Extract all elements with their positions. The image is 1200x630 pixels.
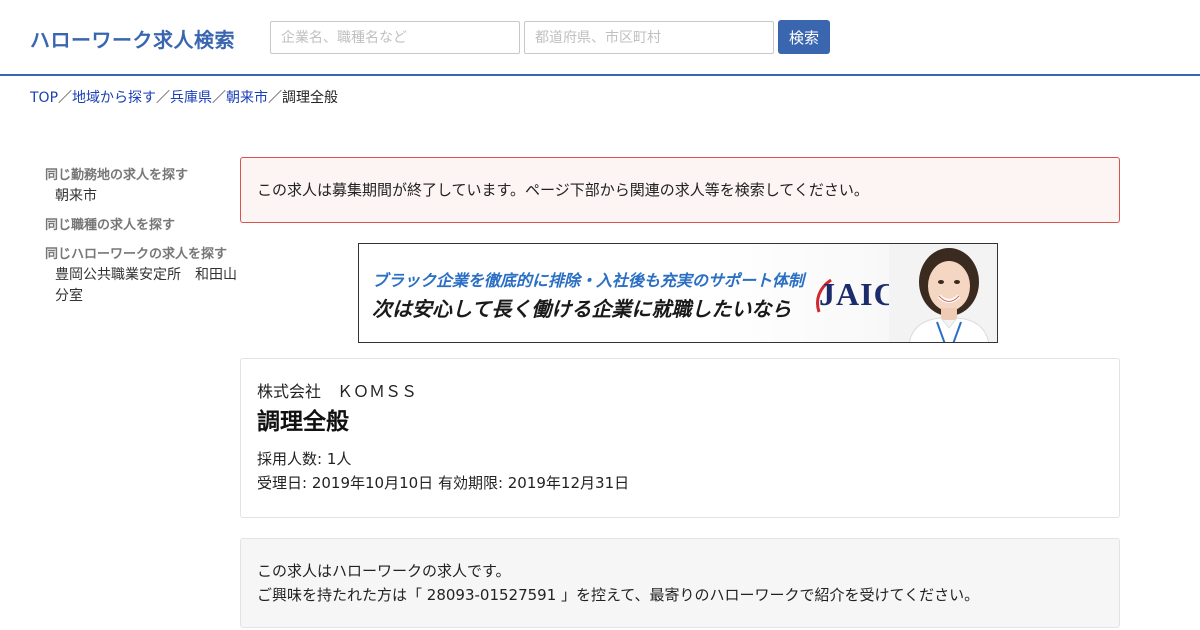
sidebar-section-location: 同じ勤務地の求人を探す 朝来市: [45, 166, 240, 207]
keyword-search-input[interactable]: [270, 21, 520, 54]
breadcrumb-separator: ／: [212, 90, 227, 106]
info-line-2: ご興味を持たれた方は「 28093-01527591 」を控えて、最寄りのハロー…: [257, 586, 980, 604]
job-card: 株式会社 ＫＯＭＳＳ 調理全般 採用人数: 1人 受理日: 2019年10月10…: [240, 358, 1120, 518]
job-headcount: 採用人数: 1人: [257, 450, 352, 468]
breadcrumb-region[interactable]: 地域から探す: [72, 90, 156, 106]
expired-alert: この求人は募集期間が終了しています。ページ下部から関連の求人等を検索してください…: [240, 157, 1120, 223]
breadcrumb-current: 調理全般: [282, 90, 339, 106]
breadcrumb-separator: ／: [156, 90, 171, 106]
breadcrumb-city[interactable]: 朝来市: [226, 90, 268, 106]
job-dates: 受理日: 2019年10月10日 有効期限: 2019年12月31日: [257, 474, 630, 492]
sidebar-section-office: 同じハローワークの求人を探す 豊岡公共職業安定所 和田山分室: [45, 245, 240, 307]
person-photo-icon: [889, 244, 997, 342]
info-line-1: この求人はハローワークの求人です。: [257, 562, 511, 580]
breadcrumb: TOP／地域から探す／兵庫県／朝来市／調理全般: [30, 87, 338, 107]
breadcrumb-separator: ／: [268, 90, 283, 106]
sidebar-link-city[interactable]: 朝来市: [45, 186, 240, 207]
sidebar-heading-same-location[interactable]: 同じ勤務地の求人を探す: [45, 166, 240, 186]
sidebar-heading-same-office[interactable]: 同じハローワークの求人を探す: [45, 245, 240, 265]
breadcrumb-separator: ／: [58, 90, 73, 106]
hellowork-info-box: この求人はハローワークの求人です。 ご興味を持たれた方は「 28093-0152…: [240, 538, 1120, 628]
company-name: 株式会社 ＫＯＭＳＳ: [257, 382, 418, 401]
banner-tagline: ブラック企業を徹底的に排除・入社後も充実のサポート体制: [372, 271, 805, 290]
search-button[interactable]: 検索: [778, 20, 830, 54]
breadcrumb-top[interactable]: TOP: [30, 90, 58, 106]
job-title: 調理全般: [257, 409, 349, 435]
site-logo[interactable]: ハローワーク求人検索: [30, 24, 235, 53]
site-header: ハローワーク求人検索 検索: [0, 0, 1200, 76]
sidebar-section-job-type: 同じ職種の求人を探す: [45, 216, 240, 236]
sidebar: 同じ勤務地の求人を探す 朝来市 同じ職種の求人を探す 同じハローワークの求人を探…: [45, 166, 240, 316]
banner-logo: JAIC: [819, 276, 898, 312]
sidebar-heading-same-job[interactable]: 同じ職種の求人を探す: [45, 216, 240, 236]
ad-banner[interactable]: ブラック企業を徹底的に排除・入社後も充実のサポート体制 次は安心して長く働ける企…: [358, 243, 998, 343]
banner-headline: 次は安心して長く働ける企業に就職したいなら: [372, 297, 792, 321]
sidebar-link-office[interactable]: 豊岡公共職業安定所 和田山分室: [45, 265, 240, 307]
area-search-input[interactable]: [524, 21, 774, 54]
breadcrumb-prefecture[interactable]: 兵庫県: [170, 90, 212, 106]
